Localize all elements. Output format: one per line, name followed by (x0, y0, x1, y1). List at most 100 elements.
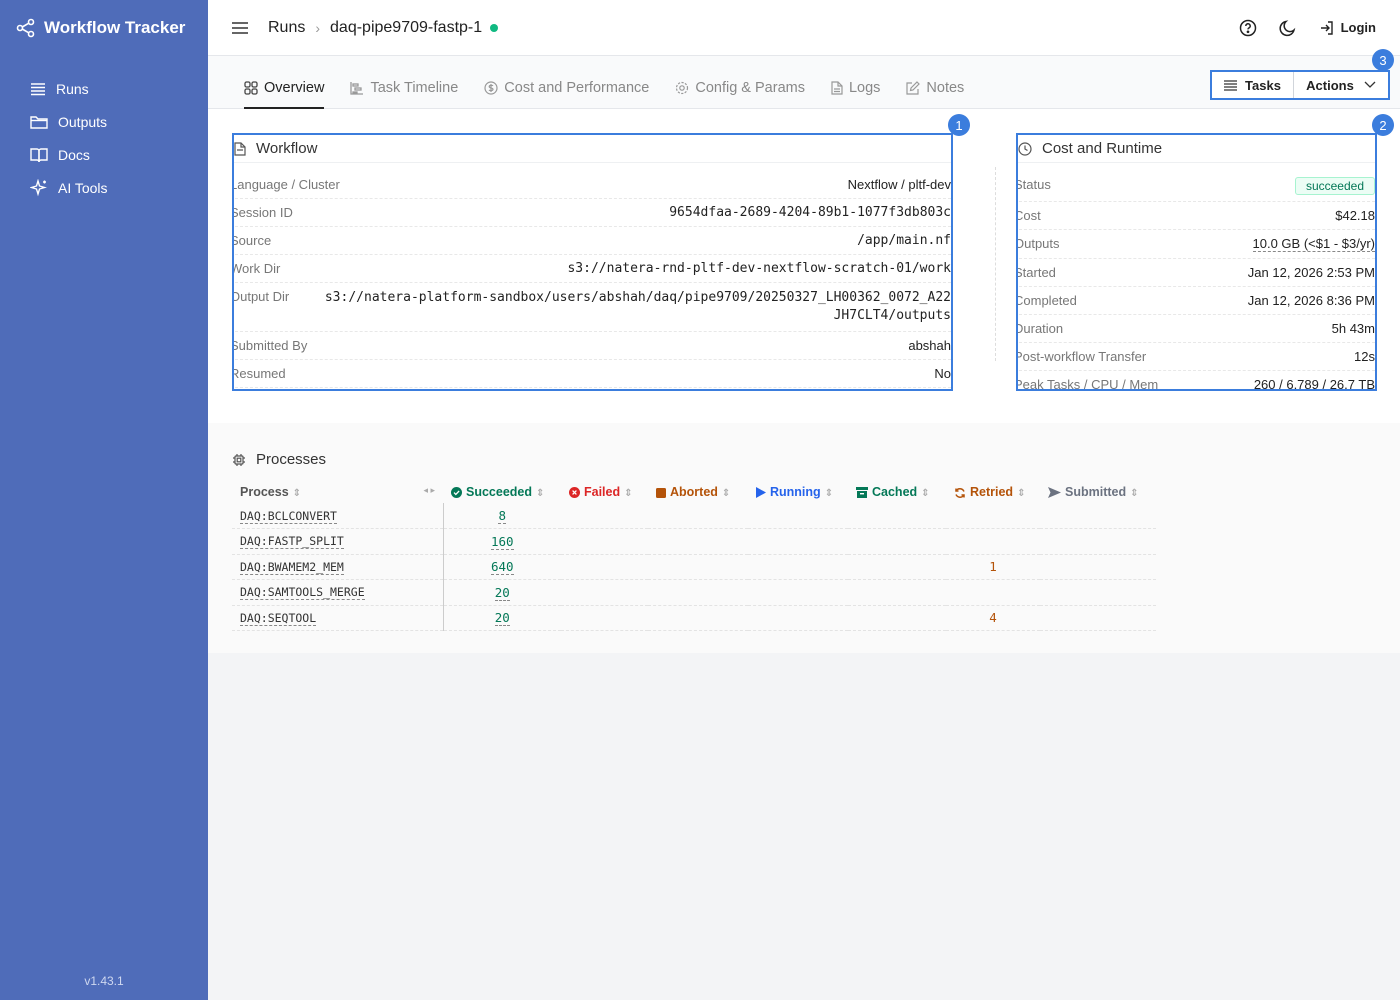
status-badge: succeeded (1294, 177, 1375, 195)
col-failed[interactable]: Failed ⇕ (561, 481, 648, 503)
tab-overview[interactable]: Overview (244, 56, 325, 109)
tasks-button[interactable]: Tasks (1212, 72, 1294, 98)
kv-value[interactable]: 10.0 GB (<$1 - $3/yr) (1252, 236, 1375, 252)
kv-session-id: Session ID 9654dfaa-2689-4204-89b1-1077f… (232, 199, 951, 227)
top-bar: Runs › daq-pipe9709-fastp-1 Login (208, 0, 1400, 56)
sidebar-item-outputs[interactable]: Outputs (0, 105, 208, 138)
kv-duration: Duration 5h 43m (1016, 315, 1375, 343)
login-button[interactable]: Login (1319, 20, 1376, 36)
kv-language-cluster: Language / Cluster Nextflow / pltf-dev (232, 171, 951, 199)
kv-value: abshah (908, 338, 951, 353)
kv-value[interactable]: /app/main.nf (857, 233, 951, 248)
tab-logs[interactable]: Logs (831, 56, 880, 109)
login-icon (1320, 20, 1333, 35)
table-row[interactable]: DAQ:FASTP_SPLIT 160 (232, 528, 1156, 555)
col-label: Running (770, 485, 821, 499)
process-name: DAQ:BWAMEM2_MEM (232, 554, 444, 580)
kv-outputs: Outputs 10.0 GB (<$1 - $3/yr) (1018, 230, 1375, 259)
process-name: DAQ:FASTP_SPLIT (232, 528, 444, 555)
table-row[interactable]: DAQ:SAMTOOLS_MERGE 20 (232, 579, 1156, 606)
process-name: DAQ:BCLCONVERT (232, 503, 444, 529)
processes-section: Processes Process ⇕ ◂ ▸ Succeeded ⇕ Failed… (208, 423, 1400, 653)
sort-icon: ⇕ (1017, 488, 1026, 499)
col-retried[interactable]: Retried ⇕ (946, 481, 1040, 503)
submitted-count (1040, 605, 1156, 631)
kv-value: Nextflow / pltf-dev (847, 177, 951, 192)
col-process[interactable]: Process ⇕ ◂ ▸ (232, 481, 443, 503)
sort-icon: ⇕ (1130, 488, 1139, 499)
retried-count[interactable]: 4 (946, 605, 1040, 631)
tab-task-timeline[interactable]: Task Timeline (350, 56, 458, 109)
kv-value[interactable]: s3://natera-platform-sandbox/users/absha… (325, 289, 951, 325)
kv-key: Language / Cluster (232, 177, 340, 192)
retried-count (946, 528, 1040, 555)
tab-label: Task Timeline (370, 79, 459, 96)
table-row[interactable]: DAQ:BCLCONVERT 8 (232, 503, 1156, 529)
succeeded-count[interactable]: 640 (443, 554, 561, 580)
help-button[interactable] (1239, 19, 1257, 37)
sidebar-item-runs[interactable]: Runs (0, 72, 208, 105)
tab-notes[interactable]: Notes (906, 56, 964, 109)
timeline-icon (350, 81, 364, 95)
cost-runtime-panel: Cost and Runtime Status succeeded Cost $… (1016, 133, 1377, 391)
top-actions: Login (1217, 19, 1376, 37)
retried-count[interactable]: 1 (946, 554, 1040, 580)
processes-title: Processes (232, 451, 326, 468)
chevron-right-icon: › (315, 19, 321, 36)
menu-toggle-button[interactable] (232, 21, 248, 35)
process-name: DAQ:SEQTOOL (232, 605, 444, 631)
col-aborted[interactable]: Aborted ⇕ (648, 481, 748, 503)
submitted-count (1040, 579, 1156, 606)
clock-icon (1018, 141, 1032, 156)
sidebar-item-docs[interactable]: Docs (0, 138, 208, 171)
col-submitted[interactable]: Submitted ⇕ (1040, 481, 1156, 503)
col-label: Succeeded (466, 485, 533, 499)
succeeded-count[interactable]: 20 (443, 579, 561, 606)
failed-count (561, 503, 648, 529)
tab-config-and-params[interactable]: Config & Params (675, 56, 805, 109)
folder-icon (30, 115, 48, 129)
tab-cost-and-performance[interactable]: Cost and Performance (484, 56, 649, 109)
table-row[interactable]: DAQ:BWAMEM2_MEM 640 1 (232, 554, 1156, 580)
send-icon (1048, 487, 1061, 499)
breadcrumb-runs[interactable]: Runs (268, 19, 305, 37)
col-running[interactable]: Running ⇕ (748, 481, 848, 503)
kv-work-dir: Work Dir s3://natera-rnd-pltf-dev-nextfl… (234, 255, 951, 283)
kv-value: $42.18 (1335, 208, 1375, 223)
kv-value: Jan 12, 2026 2:53 PM (1247, 265, 1375, 280)
succeeded-count[interactable]: 8 (443, 503, 561, 529)
aborted-count (648, 554, 748, 580)
kv-source: Source /app/main.nf (234, 227, 951, 255)
succeeded-count[interactable]: 20 (443, 605, 561, 631)
col-label: Retried (970, 485, 1014, 499)
column-scroll-arrows-icon[interactable]: ◂ ▸ (423, 485, 435, 496)
table-row[interactable]: DAQ:SEQTOOL 20 4 (232, 605, 1156, 631)
kv-key: Post-workflow Transfer (1016, 349, 1147, 364)
running-count (748, 554, 848, 580)
kv-cost: Cost $42.18 (1018, 202, 1375, 230)
workflow-rows: Language / Cluster Nextflow / pltf-dev S… (232, 171, 951, 388)
kv-value[interactable]: 9654dfaa-2689-4204-89b1-1077f3db803c (669, 205, 951, 220)
col-succeeded[interactable]: Succeeded ⇕ (443, 481, 561, 503)
kv-submitted-by: Submitted By abshah (234, 332, 951, 360)
tabs: Overview Task Timeline Cost and Performa… (244, 56, 990, 109)
actions-dropdown[interactable]: Actions (1294, 72, 1388, 98)
kv-key: Session ID (232, 205, 293, 220)
sidebar-item-ai-tools[interactable]: AI Tools (0, 171, 208, 204)
cost-panel-title: Cost and Runtime (1018, 135, 1375, 163)
app-brand[interactable]: Workflow Tracker (0, 0, 208, 56)
refresh-icon (955, 487, 965, 498)
grid-icon (244, 80, 258, 95)
kv-value[interactable]: s3://natera-rnd-pltf-dev-nextflow-scratc… (567, 261, 951, 276)
theme-toggle-button[interactable] (1279, 19, 1297, 37)
kv-key: Resumed (232, 366, 286, 381)
kv-key: Output Dir (232, 289, 290, 304)
kv-value: 260 / 6,789 / 26.7 TB (1253, 377, 1375, 391)
col-cached[interactable]: Cached ⇕ (848, 481, 946, 503)
succeeded-count[interactable]: 160 (443, 528, 561, 555)
file-text-icon (831, 80, 843, 95)
kv-key: Duration (1016, 321, 1064, 336)
kv-key: Status (1016, 177, 1051, 192)
sparkle-icon (30, 178, 47, 196)
gear-icon (676, 81, 689, 94)
